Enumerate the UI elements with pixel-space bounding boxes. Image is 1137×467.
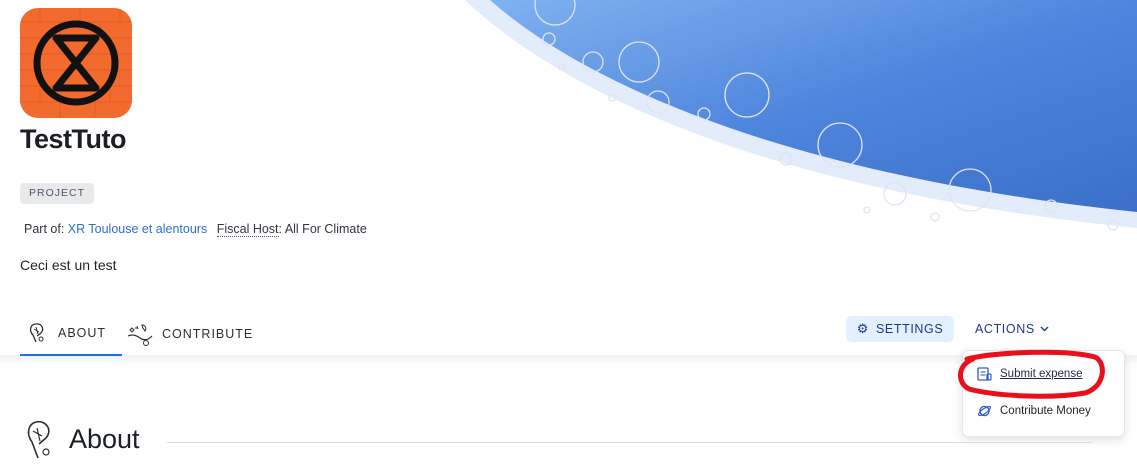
tab-about-label: ABOUT	[58, 326, 107, 340]
collective-type-badge: PROJECT	[20, 183, 95, 204]
planet-icon	[978, 405, 991, 417]
about-section-icon	[27, 420, 50, 459]
receipt-icon	[977, 367, 992, 381]
contribute-illustration-icon	[127, 324, 153, 346]
settings-button[interactable]: ⚙ SETTINGS	[846, 316, 954, 342]
menu-item-submit-expense[interactable]: Submit expense	[977, 367, 1082, 381]
tab-contribute-label: CONTRIBUTE	[162, 327, 254, 341]
menu-item-contribute-money[interactable]: Contribute Money	[977, 404, 1091, 418]
actions-dropdown-button[interactable]: ACTIONS	[975, 316, 1049, 342]
about-section-divider	[167, 442, 1092, 443]
fiscal-host-name: All For Climate	[284, 222, 367, 236]
actions-menu: Submit expense Contribute Money	[962, 350, 1125, 437]
collective-logo	[20, 8, 132, 118]
hero-background	[465, 0, 1137, 231]
collective-name: TestTuto	[20, 124, 126, 154]
settings-button-label: SETTINGS	[875, 322, 944, 336]
chevron-down-icon	[1040, 326, 1049, 332]
collective-description: Ceci est un test	[20, 257, 117, 273]
parent-collective-link[interactable]: XR Toulouse et alentours	[68, 222, 207, 236]
about-illustration-icon	[29, 323, 44, 343]
tab-contribute[interactable]: CONTRIBUTE	[126, 312, 253, 356]
part-of-label: Part of:	[24, 222, 65, 236]
menu-item-contribute-money-label: Contribute Money	[1000, 405, 1091, 417]
fiscal-host-label[interactable]: Fiscal Host	[216, 222, 279, 237]
collective-meta: Part of: XR Toulouse et alentours Fiscal…	[24, 222, 367, 237]
tab-about[interactable]: ABOUT	[20, 312, 122, 356]
actions-button-label: ACTIONS	[975, 322, 1035, 336]
about-section-title: About	[69, 424, 140, 454]
menu-item-submit-expense-label: Submit expense	[1000, 368, 1083, 380]
gear-icon: ⚙	[856, 321, 869, 336]
